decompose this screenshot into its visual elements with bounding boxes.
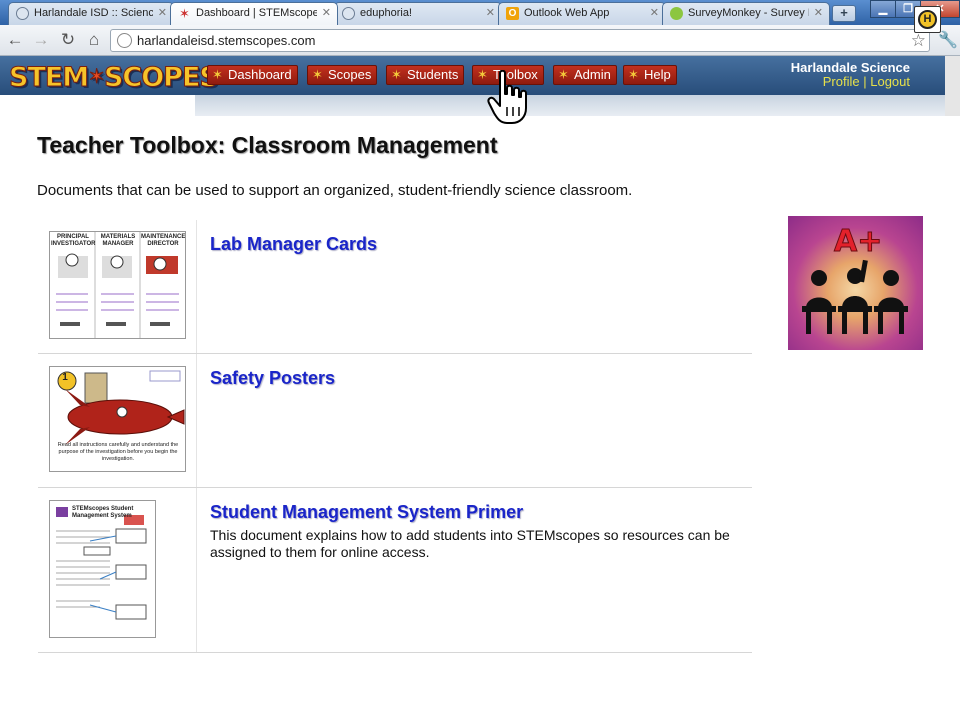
close-icon[interactable]: ✕: [650, 6, 659, 19]
link-separator: |: [863, 74, 867, 89]
site-header: STEM✶SCOPES ✶ Dashboard ✶ Scopes ✶ Stude…: [0, 56, 945, 95]
list-item: STEMscopes Student Management System Stu…: [38, 488, 752, 653]
list-item: PRINCIPAL INVESTIGATOR MATERIALS MANAGER…: [38, 220, 752, 354]
thumb-heading: STEMscopes Student Management System: [72, 506, 134, 519]
safety-posters-link[interactable]: Safety Posters: [210, 368, 335, 389]
page-title: Teacher Toolbox: Classroom Management: [37, 132, 498, 158]
close-icon[interactable]: ✕: [322, 6, 331, 19]
star-icon: ✶: [391, 67, 402, 82]
outlook-icon: O: [506, 7, 519, 20]
thumbnail-cell: 1 Read all instructions carefully and un…: [38, 354, 197, 487]
address-bar[interactable]: harlandaleisd.stemscopes.com ☆: [110, 29, 930, 52]
thumb-caption: Read all instructions carefully and unde…: [57, 442, 179, 462]
thumbnail-cell: STEMscopes Student Management System: [38, 488, 197, 652]
lab-manager-cards-thumbnail[interactable]: PRINCIPAL INVESTIGATOR MATERIALS MANAGER…: [49, 231, 186, 339]
browser-toolbar: ← → ↻ ⌂ harlandaleisd.stemscopes.com ☆ 🔧: [0, 25, 960, 56]
thumbnail-cell: PRINCIPAL INVESTIGATOR MATERIALS MANAGER…: [38, 220, 197, 353]
tab-label: Outlook Web App: [524, 7, 610, 19]
browser-tab-eduphoria[interactable]: eduphoria! ✕: [334, 2, 502, 25]
lab-manager-cards-link[interactable]: Lab Manager Cards: [210, 234, 377, 255]
browser-tab-harlandale[interactable]: Harlandale ISD :: Science ✕: [8, 2, 174, 25]
home-icon[interactable]: ⌂: [84, 30, 104, 50]
list-item: 1 Read all instructions carefully and un…: [38, 354, 752, 488]
header-shadow-band: [195, 95, 945, 116]
hand-pointer-cursor-icon: [487, 70, 527, 124]
logout-link[interactable]: Logout: [870, 74, 910, 89]
browser-tab-strip: Harlandale ISD :: Science ✕ ✶ Dashboard …: [0, 0, 960, 25]
bookmark-star-icon[interactable]: ☆: [911, 31, 926, 51]
surveymonkey-icon: [670, 7, 683, 20]
tab-label: Harlandale ISD :: Science: [34, 7, 153, 19]
logo-text: STEM✶SCOPES: [9, 62, 220, 94]
address-bar-url[interactable]: harlandaleisd.stemscopes.com: [137, 33, 315, 48]
tab-label: eduphoria!: [360, 7, 412, 19]
browser-tab-dashboard[interactable]: ✶ Dashboard | STEMscopes ✕: [170, 2, 338, 25]
primer-document-illustration: [56, 507, 147, 620]
nav-label: Students: [407, 67, 459, 82]
thumb-number: 1: [62, 372, 68, 383]
nav-label: Admin: [574, 67, 611, 82]
nav-dashboard[interactable]: ✶ Dashboard: [207, 65, 298, 85]
stemscopes-star-icon: ✶: [179, 6, 190, 21]
globe-icon: [117, 33, 132, 48]
scrollbar-track[interactable]: [945, 56, 960, 116]
globe-icon: [16, 7, 29, 20]
primer-thumbnail[interactable]: STEMscopes Student Management System: [49, 500, 156, 638]
tab-label: SurveyMonkey - Survey R: [688, 7, 809, 19]
star-icon: ✶: [312, 67, 323, 82]
a-plus-text: A+: [833, 224, 883, 260]
forward-arrow-icon[interactable]: →: [31, 30, 51, 50]
nav-label: Help: [644, 67, 671, 82]
close-icon[interactable]: ✕: [486, 6, 495, 19]
a-plus-classroom-image: A+: [788, 216, 923, 350]
wrench-icon[interactable]: 🔧: [938, 30, 958, 50]
close-icon[interactable]: ✕: [158, 6, 167, 19]
user-name: Harlandale Science: [790, 60, 910, 75]
page-description: Documents that can be used to support an…: [37, 182, 633, 199]
close-icon[interactable]: ✕: [814, 6, 823, 19]
star-icon: ✶: [558, 67, 569, 82]
star-icon: ✶: [212, 67, 223, 82]
tab-label: Dashboard | STEMscopes: [196, 7, 317, 19]
student-management-primer-link[interactable]: Student Management System Primer: [210, 502, 523, 523]
globe-icon: [342, 7, 355, 20]
badge-letter: H: [918, 10, 937, 29]
browser-tab-outlook[interactable]: O Outlook Web App ✕: [498, 2, 666, 25]
minimize-window-button[interactable]: ▁: [870, 0, 896, 18]
thumb-label: MATERIALS MANAGER: [100, 234, 136, 247]
nav-students[interactable]: ✶ Students: [386, 65, 465, 85]
nav-label: Scopes: [328, 67, 372, 82]
nav-label: Dashboard: [228, 67, 292, 82]
nav-admin[interactable]: ✶ Admin: [553, 65, 617, 85]
primer-description: This document explains how to add studen…: [210, 527, 730, 560]
thumb-label: PRINCIPAL INVESTIGATOR: [51, 234, 96, 247]
user-info: Harlandale Science Profile | Logout: [791, 61, 910, 89]
nav-help[interactable]: ✶ Help: [623, 65, 677, 85]
profile-link[interactable]: Profile: [823, 74, 860, 89]
star-icon: ✶: [628, 67, 639, 82]
district-badge-icon[interactable]: H: [914, 6, 941, 33]
new-tab-button[interactable]: +: [832, 5, 856, 22]
back-arrow-icon[interactable]: ←: [5, 30, 25, 50]
nav-scopes[interactable]: ✶ Scopes: [307, 65, 378, 85]
stemscopes-logo[interactable]: STEM✶SCOPES: [9, 60, 220, 94]
thumb-label: MAINTENANCE DIRECTOR: [141, 234, 186, 247]
reload-icon[interactable]: ↻: [58, 30, 78, 50]
safety-posters-thumbnail[interactable]: 1 Read all instructions carefully and un…: [49, 366, 186, 472]
browser-tab-surveymonkey[interactable]: SurveyMonkey - Survey R ✕: [662, 2, 830, 25]
